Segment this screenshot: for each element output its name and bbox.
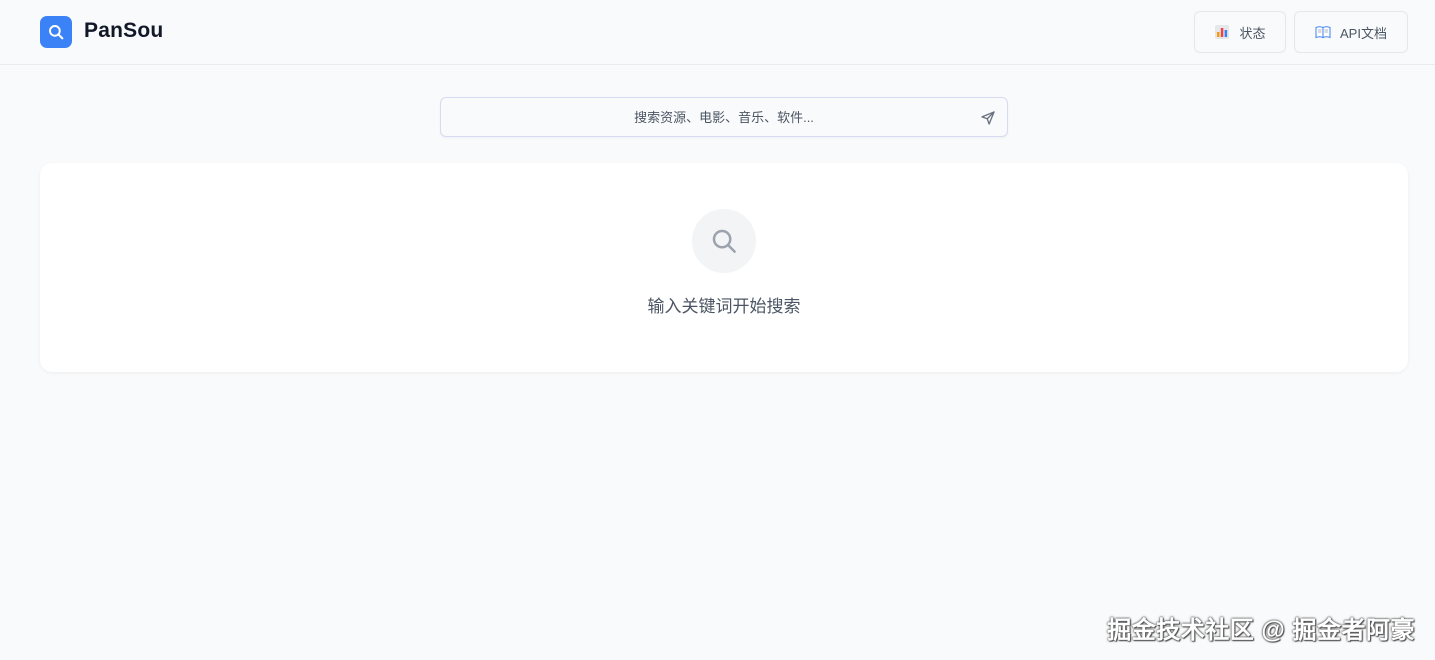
- api-docs-button[interactable]: API文档: [1294, 11, 1408, 53]
- status-button[interactable]: 状态: [1194, 11, 1286, 53]
- send-icon[interactable]: [979, 109, 997, 127]
- status-button-label: 状态: [1239, 25, 1266, 41]
- app-logo[interactable]: [40, 16, 72, 48]
- top-header: PanSou 状态 API文档: [0, 0, 1435, 65]
- bar-chart-icon: [1214, 24, 1230, 40]
- search-input[interactable]: [441, 98, 1007, 136]
- empty-state-message: 输入关键词开始搜索: [647, 297, 801, 316]
- api-docs-button-label: API文档: [1340, 25, 1387, 41]
- book-icon: [1315, 24, 1331, 40]
- empty-state-icon-circle: [692, 209, 756, 273]
- watermark: 掘金技术社区 @ 掘金者阿豪: [1107, 617, 1415, 644]
- search-icon: [49, 25, 64, 40]
- search-icon: [712, 229, 736, 253]
- results-card: 输入关键词开始搜索: [40, 163, 1408, 372]
- app-title[interactable]: PanSou: [84, 19, 163, 43]
- search-bar: [440, 97, 1008, 137]
